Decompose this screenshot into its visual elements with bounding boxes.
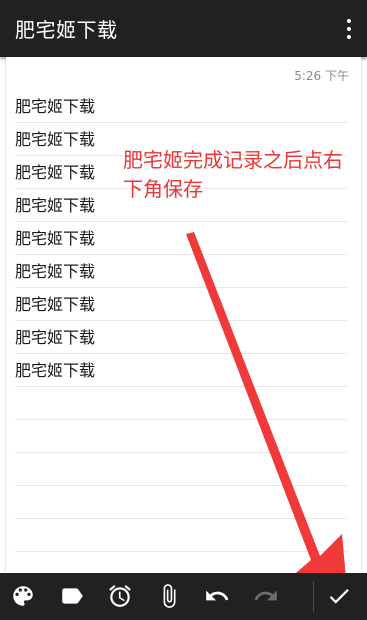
note-line-text: 肥宅姬下载 [15,97,96,116]
note-timestamp: 5:26 下午 [294,69,349,83]
note-line[interactable] [15,387,347,420]
note-line-text: 肥宅姬下载 [15,328,96,347]
note-line[interactable] [15,453,347,486]
note-paper[interactable]: 5:26 下午 肥宅姬下载 肥宅姬下载 肥宅姬下载 肥宅姬下载 肥宅姬下载 肥宅姬下载 肥宅… [6,57,361,585]
redo-icon[interactable] [253,583,279,609]
note-line-text: 肥宅姬下载 [15,262,96,281]
app-bar: 肥宅姬下载 [0,0,367,57]
palette-icon[interactable] [10,583,36,609]
note-line[interactable] [15,420,347,453]
note-line-text: 肥宅姬下载 [15,361,96,380]
bottom-toolbar [0,573,367,620]
more-options-icon[interactable] [341,18,357,40]
app-title: 肥宅姬下载 [15,18,118,42]
note-line[interactable] [15,486,347,519]
note-line[interactable]: 肥宅姬下载 [15,321,347,354]
note-line-text: 肥宅姬下载 [15,196,96,215]
note-line[interactable]: 肥宅姬下载 [15,90,347,123]
alarm-icon[interactable] [107,583,133,609]
attachment-icon[interactable] [156,583,182,609]
note-line-text: 肥宅姬下载 [15,295,96,314]
note-line[interactable]: 肥宅姬下载 [15,354,347,387]
annotation-text: 肥宅姬完成记录之后点右下角保存 [123,148,343,201]
check-icon[interactable] [326,583,352,609]
label-icon[interactable] [59,583,85,609]
note-line-text: 肥宅姬下载 [15,163,96,182]
note-line[interactable]: 肥宅姬下载 [15,255,347,288]
toolbar-divider [313,581,314,612]
note-line[interactable]: 肥宅姬下载 [15,222,347,255]
note-line[interactable] [15,519,347,552]
note-line[interactable]: 肥宅姬下载 [15,288,347,321]
note-line-text: 肥宅姬下载 [15,130,96,149]
note-line-text: 肥宅姬下载 [15,229,96,248]
undo-icon[interactable] [204,583,230,609]
